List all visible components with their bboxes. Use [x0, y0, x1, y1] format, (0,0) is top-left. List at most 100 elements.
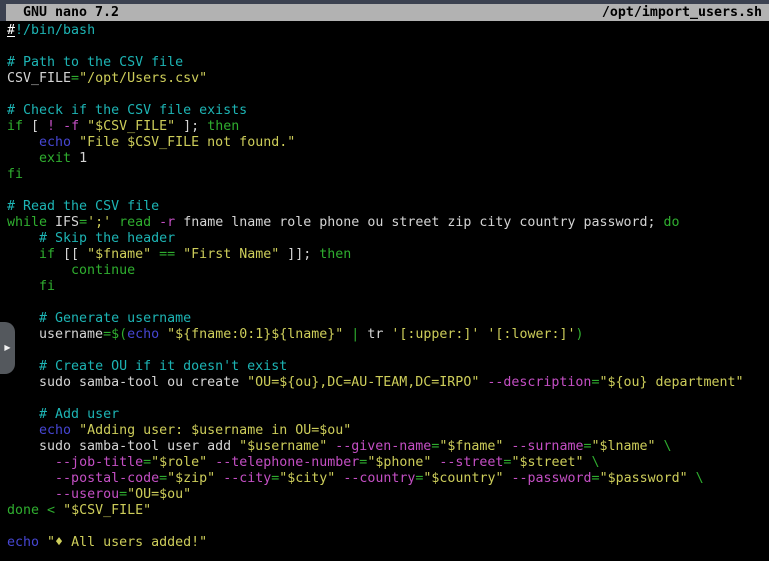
code-token-string: "$lname"	[591, 439, 655, 454]
code-line[interactable]: sudo samba-tool ou create "OU=${ou},DC=A…	[7, 375, 769, 391]
code-token-plain	[656, 439, 664, 454]
code-token-plain	[7, 471, 55, 486]
code-token-keyword: then	[207, 119, 239, 134]
code-token-plain	[688, 471, 696, 486]
code-token-keyword: $(	[111, 327, 127, 342]
code-line[interactable]: # Create OU if it doesn't exist	[7, 359, 769, 375]
side-panel-handle[interactable]: ▶	[0, 322, 15, 374]
code-area[interactable]: #!/bin/bash # Path to the CSV fileCSV_FI…	[0, 21, 769, 551]
code-line[interactable]: # Read the CSV file	[7, 199, 769, 215]
code-token-keyword: continue	[71, 263, 135, 278]
code-token-comment: # Check if the CSV file exists	[7, 103, 247, 118]
code-line[interactable]: while IFS=';' read -r fname lname role p…	[7, 215, 769, 231]
code-token-keyword: =	[79, 215, 87, 230]
code-line[interactable]: if [ ! -f "$CSV_FILE" ]; then	[7, 119, 769, 135]
code-line[interactable]: #!/bin/bash	[7, 23, 769, 39]
code-token-keyword: do	[664, 215, 680, 230]
code-token-string: "${fname:0:1}${lname}"	[167, 327, 343, 342]
code-token-string: "$city"	[279, 471, 335, 486]
code-token-plain	[7, 247, 39, 262]
code-token-builtin: echo	[7, 535, 39, 550]
code-token-plain	[151, 215, 159, 230]
code-token-cursor: #	[7, 23, 15, 38]
code-token-keyword: =	[103, 327, 111, 342]
code-token-option: --userou	[55, 487, 119, 502]
code-token-plain	[7, 151, 39, 166]
code-line[interactable]: echo "♦ All users added!"	[7, 535, 769, 551]
code-token-option: --street	[439, 455, 503, 470]
code-token-keyword: exit	[39, 151, 71, 166]
code-token-keyword: \	[664, 439, 672, 454]
code-line[interactable]: # Path to the CSV file	[7, 55, 769, 71]
code-line[interactable]: echo "File $CSV_FILE not found."	[7, 135, 769, 151]
code-line[interactable]: --postal-code="$zip" --city="$city" --co…	[7, 471, 769, 487]
code-line[interactable]: --job-title="$role" --telephone-number="…	[7, 455, 769, 471]
code-token-option: --telephone-number	[215, 455, 359, 470]
code-token-string: "First Name"	[183, 247, 279, 262]
code-line[interactable]: exit 1	[7, 151, 769, 167]
code-line[interactable]: # Add user	[7, 407, 769, 423]
code-token-plain	[79, 119, 87, 134]
code-token-string: "OU=${ou},DC=AU-TEAM,DC=IRPO"	[247, 375, 479, 390]
code-line[interactable]: # Skip the header	[7, 231, 769, 247]
code-token-plain	[7, 487, 55, 502]
code-line[interactable]: # Check if the CSV file exists	[7, 103, 769, 119]
code-token-plain	[111, 215, 119, 230]
code-line[interactable]: sudo samba-tool user add "$username" --g…	[7, 439, 769, 455]
code-token-string: "$password"	[600, 471, 688, 486]
code-token-option: --description	[487, 375, 591, 390]
code-token-keyword: while	[7, 215, 47, 230]
code-token-plain	[7, 279, 39, 294]
code-token-string: "$zip"	[167, 471, 215, 486]
code-line[interactable]: --userou="OU=$ou"	[7, 487, 769, 503]
code-line[interactable]: CSV_FILE="/opt/Users.csv"	[7, 71, 769, 87]
code-token-string: "OU=$ou"	[127, 487, 191, 502]
code-token-plain	[151, 247, 159, 262]
code-token-keyword: =	[159, 471, 167, 486]
code-token-plain	[71, 423, 79, 438]
code-line[interactable]: fi	[7, 279, 769, 295]
code-token-builtin: echo	[39, 135, 71, 150]
code-token-plain	[175, 247, 183, 262]
code-line[interactable]	[7, 391, 769, 407]
code-token-string: "$fname"	[87, 247, 151, 262]
code-token-keyword: =	[143, 455, 151, 470]
code-token-comment: # Path to the CSV file	[7, 55, 183, 70]
code-token-string: "$username"	[239, 439, 327, 454]
code-token-plain: CSV_FILE	[7, 71, 71, 86]
code-line[interactable]: if [[ "$fname" == "First Name" ]]; then	[7, 247, 769, 263]
code-token-option: -r	[159, 215, 175, 230]
code-line[interactable]	[7, 87, 769, 103]
code-token-keyword: if	[39, 247, 55, 262]
code-token-string: "$role"	[151, 455, 207, 470]
code-line[interactable]: done < "$CSV_FILE"	[7, 503, 769, 519]
code-line[interactable]	[7, 39, 769, 55]
code-token-plain: fname lname role phone ou street zip cit…	[175, 215, 663, 230]
code-line[interactable]: username=$(echo "${fname:0:1}${lname}" |…	[7, 327, 769, 343]
code-line[interactable]: fi	[7, 167, 769, 183]
code-token-plain: ];	[175, 119, 207, 134]
code-token-option: --city	[223, 471, 271, 486]
code-line[interactable]	[7, 295, 769, 311]
code-token-option: --postal-code	[55, 471, 159, 486]
code-token-keyword: fi	[7, 167, 23, 182]
code-token-string: "$country"	[423, 471, 503, 486]
code-line[interactable]	[7, 519, 769, 535]
code-token-option: --job-title	[55, 455, 143, 470]
code-token-plain: 1	[71, 151, 87, 166]
code-line[interactable]	[7, 183, 769, 199]
code-token-keyword: \	[592, 455, 600, 470]
code-token-keyword: )	[575, 327, 583, 342]
code-token-keyword: =	[71, 71, 79, 86]
code-line[interactable]: continue	[7, 263, 769, 279]
code-line[interactable]: # Generate username	[7, 311, 769, 327]
code-token-plain: IFS	[47, 215, 79, 230]
code-token-plain: sudo samba-tool user add	[7, 439, 239, 454]
code-token-keyword: if	[7, 119, 23, 134]
code-token-plain	[55, 503, 63, 518]
code-token-keyword: fi	[39, 279, 55, 294]
code-token-plain	[215, 471, 223, 486]
code-line[interactable]: echo "Adding user: $username in OU=$ou"	[7, 423, 769, 439]
app-title: GNU nano 7.2	[23, 4, 119, 21]
code-line[interactable]	[7, 343, 769, 359]
